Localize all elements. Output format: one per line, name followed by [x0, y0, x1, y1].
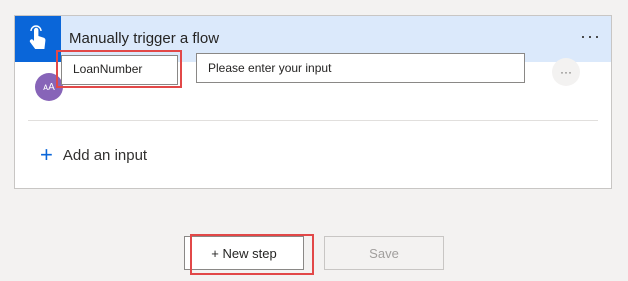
input-description-field[interactable]: Please enter your input [196, 53, 525, 83]
input-menu-label: ··· [560, 65, 572, 79]
add-input-button[interactable]: + Add an input [40, 144, 147, 166]
trigger-title: Manually trigger a flow [69, 30, 220, 47]
input-more-options-icon[interactable]: ··· [552, 58, 580, 86]
avatar-label: ᴀA [43, 81, 55, 93]
plus-icon: + [40, 142, 53, 167]
new-step-highlight [190, 234, 314, 275]
input-name-field[interactable]: LoanNumber [61, 55, 178, 85]
divider [28, 120, 598, 121]
add-input-label: Add an input [62, 146, 148, 164]
save-button[interactable]: Save [324, 236, 444, 270]
more-options-icon[interactable]: ··· [580, 27, 601, 45]
hand-tap-icon [15, 16, 61, 62]
